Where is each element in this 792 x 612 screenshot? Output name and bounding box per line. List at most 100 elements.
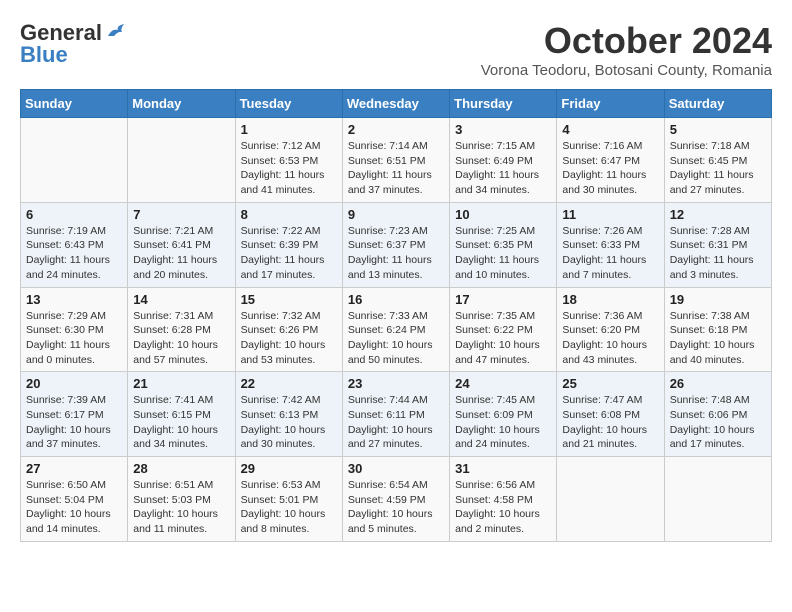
calendar-cell: 1 Sunrise: 7:12 AMSunset: 6:53 PMDaylight… <box>235 118 342 203</box>
calendar-cell: 4 Sunrise: 7:16 AMSunset: 6:47 PMDaylight… <box>557 118 664 203</box>
day-info: Sunrise: 6:54 AMSunset: 4:59 PMDaylight:… <box>348 478 444 537</box>
calendar-cell: 9Sunrise: 7:23 AMSunset: 6:37 PMDaylight… <box>342 202 449 287</box>
day-number: 12 <box>670 207 766 222</box>
calendar-cell: 29Sunrise: 6:53 AMSunset: 5:01 PMDayligh… <box>235 457 342 542</box>
day-number: 11 <box>562 207 658 222</box>
day-number: 6 <box>26 207 122 222</box>
day-info: Sunrise: 6:56 AMSunset: 4:58 PMDaylight:… <box>455 478 551 537</box>
day-number: 18 <box>562 292 658 307</box>
calendar-cell: 24Sunrise: 7:45 AMSunset: 6:09 PMDayligh… <box>450 372 557 457</box>
calendar-cell: 16Sunrise: 7:33 AMSunset: 6:24 PMDayligh… <box>342 287 449 372</box>
day-info: Sunrise: 7:16 AMSunset: 6:47 PMDaylight:… <box>562 139 658 198</box>
day-info: Sunrise: 7:21 AMSunset: 6:41 PMDaylight:… <box>133 224 229 283</box>
weekday-header-thursday: Thursday <box>450 90 557 118</box>
day-info: Sunrise: 6:53 AMSunset: 5:01 PMDaylight:… <box>241 478 337 537</box>
day-info: Sunrise: 7:18 AMSunset: 6:45 PMDaylight:… <box>670 139 766 198</box>
day-number: 27 <box>26 461 122 476</box>
day-info: Sunrise: 7:12 AMSunset: 6:53 PMDaylight:… <box>241 139 337 198</box>
day-info: Sunrise: 7:29 AMSunset: 6:30 PMDaylight:… <box>26 309 122 368</box>
day-number: 5 <box>670 122 766 137</box>
logo: General Blue <box>20 20 128 68</box>
day-number: 3 <box>455 122 551 137</box>
day-number: 21 <box>133 376 229 391</box>
day-info: Sunrise: 7:33 AMSunset: 6:24 PMDaylight:… <box>348 309 444 368</box>
calendar-cell: 31 Sunrise: 6:56 AMSunset: 4:58 PMDayligh… <box>450 457 557 542</box>
weekday-header-sunday: Sunday <box>21 90 128 118</box>
calendar-cell: 5 Sunrise: 7:18 AMSunset: 6:45 PMDaylight… <box>664 118 771 203</box>
day-number: 22 <box>241 376 337 391</box>
day-number: 4 <box>562 122 658 137</box>
weekday-header-saturday: Saturday <box>664 90 771 118</box>
weekday-header-wednesday: Wednesday <box>342 90 449 118</box>
calendar-cell: 17 Sunrise: 7:35 AMSunset: 6:22 PMDayligh… <box>450 287 557 372</box>
month-title: October 2024 <box>481 20 772 62</box>
calendar-cell: 18 Sunrise: 7:36 AMSunset: 6:20 PMDayligh… <box>557 287 664 372</box>
page-header: General Blue October 2024 Vorona Teodoru… <box>20 20 772 79</box>
day-info: Sunrise: 7:47 AMSunset: 6:08 PMDaylight:… <box>562 393 658 452</box>
day-info: Sunrise: 7:39 AMSunset: 6:17 PMDaylight:… <box>26 393 122 452</box>
calendar-cell: 11 Sunrise: 7:26 AMSunset: 6:33 PMDayligh… <box>557 202 664 287</box>
calendar-cell: 22 Sunrise: 7:42 AMSunset: 6:13 PMDayligh… <box>235 372 342 457</box>
weekday-header-friday: Friday <box>557 90 664 118</box>
calendar-cell: 2 Sunrise: 7:14 AMSunset: 6:51 PMDaylight… <box>342 118 449 203</box>
calendar-cell <box>557 457 664 542</box>
weekday-header-monday: Monday <box>128 90 235 118</box>
calendar-cell: 30 Sunrise: 6:54 AMSunset: 4:59 PMDayligh… <box>342 457 449 542</box>
day-info: Sunrise: 7:38 AMSunset: 6:18 PMDaylight:… <box>670 309 766 368</box>
day-number: 31 <box>455 461 551 476</box>
calendar-cell <box>664 457 771 542</box>
calendar-cell: 3Sunrise: 7:15 AMSunset: 6:49 PMDaylight… <box>450 118 557 203</box>
calendar-cell: 20 Sunrise: 7:39 AMSunset: 6:17 PMDayligh… <box>21 372 128 457</box>
day-number: 13 <box>26 292 122 307</box>
day-info: Sunrise: 7:26 AMSunset: 6:33 PMDaylight:… <box>562 224 658 283</box>
day-info: Sunrise: 7:42 AMSunset: 6:13 PMDaylight:… <box>241 393 337 452</box>
calendar-cell: 14Sunrise: 7:31 AMSunset: 6:28 PMDayligh… <box>128 287 235 372</box>
day-number: 30 <box>348 461 444 476</box>
day-number: 28 <box>133 461 229 476</box>
day-number: 19 <box>670 292 766 307</box>
calendar-cell: 23 Sunrise: 7:44 AMSunset: 6:11 PMDayligh… <box>342 372 449 457</box>
day-number: 8 <box>241 207 337 222</box>
day-info: Sunrise: 7:28 AMSunset: 6:31 PMDaylight:… <box>670 224 766 283</box>
day-number: 23 <box>348 376 444 391</box>
day-info: Sunrise: 7:32 AMSunset: 6:26 PMDaylight:… <box>241 309 337 368</box>
day-number: 15 <box>241 292 337 307</box>
day-number: 2 <box>348 122 444 137</box>
day-info: Sunrise: 7:36 AMSunset: 6:20 PMDaylight:… <box>562 309 658 368</box>
day-number: 17 <box>455 292 551 307</box>
calendar-week-2: 6 Sunrise: 7:19 AMSunset: 6:43 PMDaylight… <box>21 202 772 287</box>
calendar-cell: 6 Sunrise: 7:19 AMSunset: 6:43 PMDaylight… <box>21 202 128 287</box>
calendar-cell: 13 Sunrise: 7:29 AMSunset: 6:30 PMDayligh… <box>21 287 128 372</box>
weekday-header-tuesday: Tuesday <box>235 90 342 118</box>
day-number: 1 <box>241 122 337 137</box>
day-info: Sunrise: 7:23 AMSunset: 6:37 PMDaylight:… <box>348 224 444 283</box>
calendar-week-3: 13 Sunrise: 7:29 AMSunset: 6:30 PMDayligh… <box>21 287 772 372</box>
title-block: October 2024 Vorona Teodoru, Botosani Co… <box>481 20 772 79</box>
calendar-cell: 10 Sunrise: 7:25 AMSunset: 6:35 PMDayligh… <box>450 202 557 287</box>
day-info: Sunrise: 7:14 AMSunset: 6:51 PMDaylight:… <box>348 139 444 198</box>
day-number: 14 <box>133 292 229 307</box>
logo-bird-icon <box>106 24 128 42</box>
day-number: 20 <box>26 376 122 391</box>
day-info: Sunrise: 7:22 AMSunset: 6:39 PMDaylight:… <box>241 224 337 283</box>
calendar-table: SundayMondayTuesdayWednesdayThursdayFrid… <box>20 89 772 542</box>
day-info: Sunrise: 7:44 AMSunset: 6:11 PMDaylight:… <box>348 393 444 452</box>
calendar-cell: 19 Sunrise: 7:38 AMSunset: 6:18 PMDayligh… <box>664 287 771 372</box>
day-info: Sunrise: 6:51 AMSunset: 5:03 PMDaylight:… <box>133 478 229 537</box>
calendar-cell <box>128 118 235 203</box>
calendar-cell <box>21 118 128 203</box>
day-info: Sunrise: 7:35 AMSunset: 6:22 PMDaylight:… <box>455 309 551 368</box>
day-info: Sunrise: 7:19 AMSunset: 6:43 PMDaylight:… <box>26 224 122 283</box>
calendar-cell: 26Sunrise: 7:48 AMSunset: 6:06 PMDayligh… <box>664 372 771 457</box>
calendar-cell: 21Sunrise: 7:41 AMSunset: 6:15 PMDayligh… <box>128 372 235 457</box>
day-number: 25 <box>562 376 658 391</box>
calendar-cell: 27Sunrise: 6:50 AMSunset: 5:04 PMDayligh… <box>21 457 128 542</box>
day-number: 26 <box>670 376 766 391</box>
location-subtitle: Vorona Teodoru, Botosani County, Romania <box>481 62 772 79</box>
calendar-cell: 12 Sunrise: 7:28 AMSunset: 6:31 PMDayligh… <box>664 202 771 287</box>
day-number: 10 <box>455 207 551 222</box>
calendar-cell: 25 Sunrise: 7:47 AMSunset: 6:08 PMDayligh… <box>557 372 664 457</box>
calendar-week-1: 1 Sunrise: 7:12 AMSunset: 6:53 PMDaylight… <box>21 118 772 203</box>
day-info: Sunrise: 7:25 AMSunset: 6:35 PMDaylight:… <box>455 224 551 283</box>
calendar-cell: 15 Sunrise: 7:32 AMSunset: 6:26 PMDayligh… <box>235 287 342 372</box>
